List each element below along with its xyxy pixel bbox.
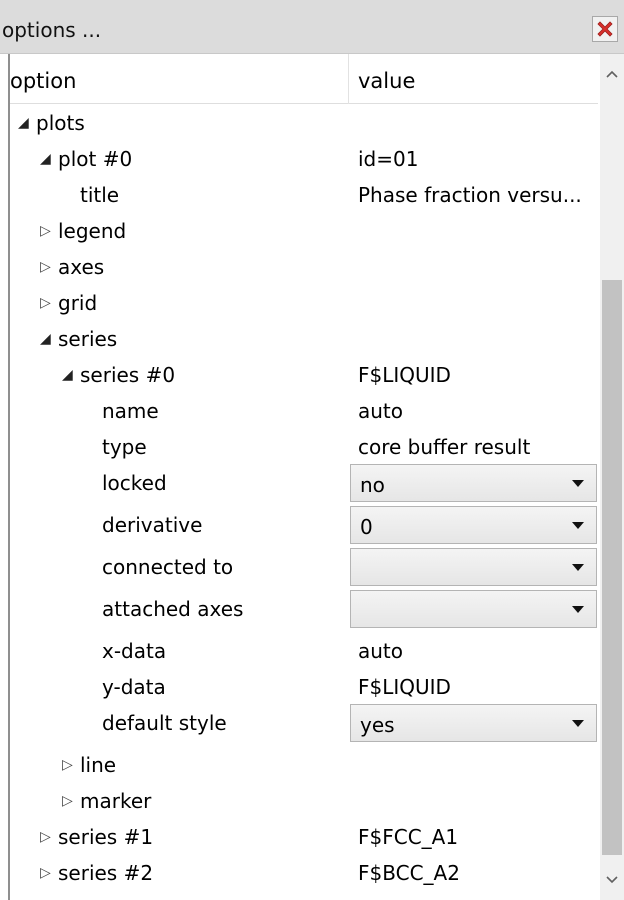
title-bar: options ...: [0, 0, 624, 54]
row-value: F$FCC_A1: [358, 825, 459, 849]
row-option-label: marker: [80, 789, 152, 813]
row-option-label: series: [58, 327, 118, 351]
triangle-expanded-icon[interactable]: ◢: [62, 365, 73, 385]
tree-row[interactable]: x-data auto: [10, 634, 598, 668]
row-option-label: name: [102, 399, 159, 423]
column-header-value[interactable]: value: [358, 69, 415, 93]
value-dropdown[interactable]: [350, 548, 597, 586]
triangle-collapsed-icon[interactable]: ▷: [62, 791, 73, 811]
row-value: id=01: [358, 147, 419, 171]
row-option-label: attached axes: [102, 597, 244, 621]
row-option-label: derivative: [102, 513, 203, 537]
tree-row[interactable]: ◢ plots: [10, 106, 598, 140]
row-value: F$BCC_A2: [358, 861, 460, 885]
tree-row[interactable]: connected to: [10, 548, 598, 586]
row-option-label: axes: [58, 255, 105, 279]
column-header-option[interactable]: option: [10, 69, 76, 93]
row-value: core buffer result: [358, 435, 531, 459]
scroll-up-icon: [606, 70, 618, 78]
tree-row[interactable]: attached axes: [10, 590, 598, 628]
tree-row[interactable]: type core buffer result: [10, 430, 598, 464]
value-dropdown[interactable]: yes: [350, 704, 597, 742]
value-dropdown[interactable]: [350, 590, 597, 628]
close-icon: [597, 21, 613, 37]
chevron-down-icon: [572, 480, 584, 487]
tree-row[interactable]: ◢ series: [10, 322, 598, 356]
tree-row[interactable]: ▷series #3F$CEMENTITE: [10, 892, 598, 900]
vertical-scrollbar[interactable]: [600, 54, 624, 900]
row-option-label: locked: [102, 471, 167, 495]
chevron-down-icon: [572, 720, 584, 727]
triangle-collapsed-icon[interactable]: ▷: [40, 293, 51, 313]
row-value: auto: [358, 399, 404, 423]
triangle-collapsed-icon[interactable]: ▷: [40, 221, 51, 241]
row-value: F$LIQUID: [358, 675, 451, 699]
triangle-collapsed-icon[interactable]: ▷: [62, 755, 73, 775]
dropdown-selected-value: 0: [360, 515, 373, 539]
scroll-down-button[interactable]: [600, 860, 624, 900]
chevron-down-icon: [572, 564, 584, 571]
table-header: option value: [10, 54, 598, 104]
row-option-label: type: [102, 435, 147, 459]
tree-row[interactable]: ▷ line: [10, 748, 598, 782]
tree-row[interactable]: derivative 0: [10, 506, 598, 544]
row-option-label: default style: [102, 711, 227, 735]
row-option-label: connected to: [102, 555, 234, 579]
triangle-collapsed-icon[interactable]: ▷: [40, 257, 51, 277]
row-option-label: series #1: [58, 825, 154, 849]
tree-row[interactable]: ▷ marker: [10, 784, 598, 818]
chevron-down-icon: [572, 606, 584, 613]
row-value: auto: [358, 639, 404, 663]
triangle-expanded-icon[interactable]: ◢: [40, 149, 51, 169]
row-option-label: plot #0: [58, 147, 133, 171]
options-tree-panel: option value ◢ plots ◢ plot #0 id=01 title Pha…: [0, 54, 624, 900]
row-option-label: legend: [58, 219, 127, 243]
row-option-label: series #2: [58, 861, 154, 885]
tree-row[interactable]: title Phase fraction versu...: [10, 178, 598, 212]
tree-row[interactable]: ◢ series #0 F$LIQUID: [10, 358, 598, 392]
row-option-label: line: [80, 753, 117, 777]
tree-row[interactable]: locked no: [10, 464, 598, 502]
row-option-label: plots: [36, 111, 85, 135]
value-dropdown[interactable]: 0: [350, 506, 597, 544]
row-option-label: y-data: [102, 675, 166, 699]
triangle-expanded-icon[interactable]: ◢: [18, 113, 29, 133]
row-option-label: series #0: [80, 363, 176, 387]
scroll-up-button[interactable]: [600, 54, 624, 94]
value-dropdown[interactable]: no: [350, 464, 597, 502]
triangle-expanded-icon[interactable]: ◢: [40, 329, 51, 349]
row-value: F$LIQUID: [358, 363, 451, 387]
chevron-down-icon: [572, 522, 584, 529]
tree-row[interactable]: ▷ grid: [10, 286, 598, 320]
triangle-collapsed-icon[interactable]: ▷: [40, 827, 51, 847]
close-button[interactable]: [592, 16, 618, 42]
window-title: options ...: [2, 18, 102, 42]
scroll-down-icon: [606, 876, 618, 884]
row-option-label: x-data: [102, 639, 167, 663]
column-divider[interactable]: [348, 54, 349, 104]
dropdown-selected-value: yes: [360, 713, 395, 737]
scrollbar-thumb[interactable]: [602, 280, 622, 855]
tree-row[interactable]: y-data F$LIQUID: [10, 670, 598, 704]
tree-row[interactable]: ◢ plot #0 id=01: [10, 142, 598, 176]
tree-row[interactable]: default style yes: [10, 704, 598, 742]
dropdown-selected-value: no: [360, 473, 385, 497]
tree-row[interactable]: ▷ axes: [10, 250, 598, 284]
triangle-collapsed-icon[interactable]: ▷: [40, 863, 51, 883]
row-value: Phase fraction versu...: [358, 183, 582, 207]
tree-row[interactable]: ▷ series #2 F$BCC_A2: [10, 856, 598, 890]
tree-row[interactable]: ▷ series #1 F$FCC_A1: [10, 820, 598, 854]
tree-row[interactable]: ▷ legend: [10, 214, 598, 248]
tree-row[interactable]: name auto: [10, 394, 598, 428]
row-option-label: title: [80, 183, 120, 207]
row-option-label: grid: [58, 291, 98, 315]
